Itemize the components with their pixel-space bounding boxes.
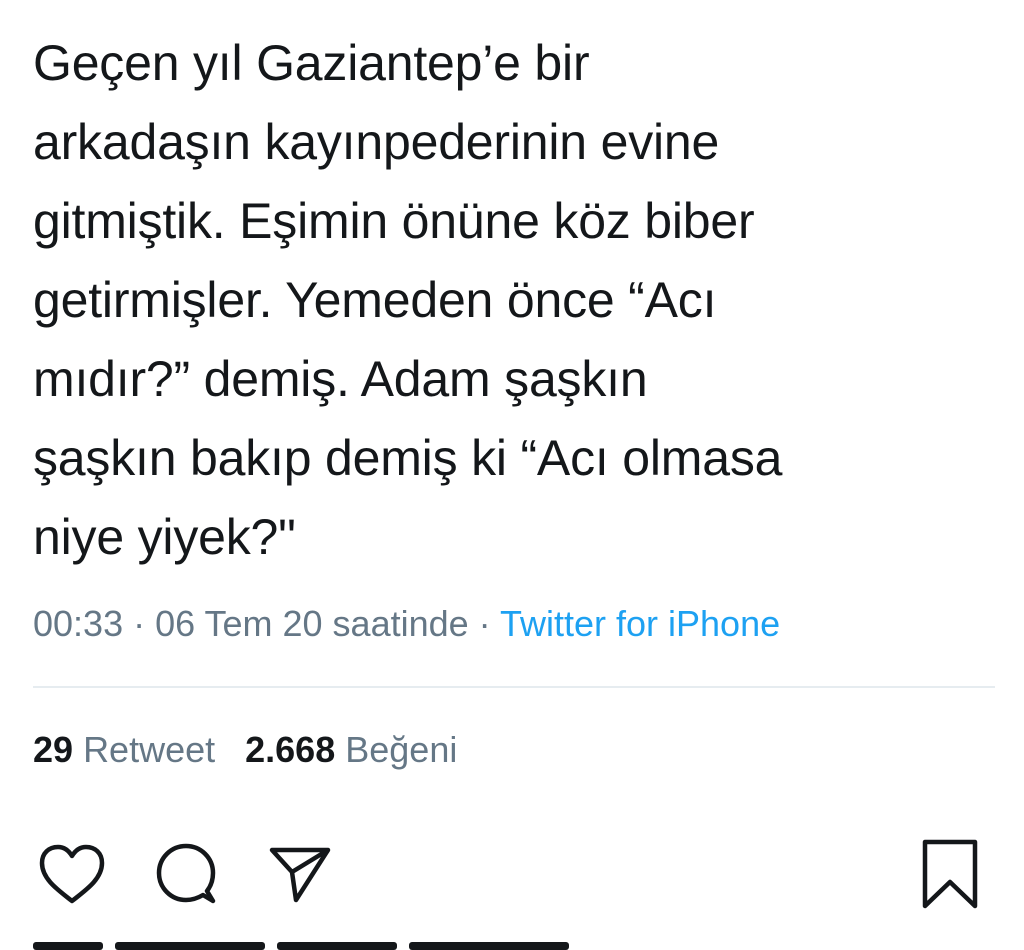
reply-button[interactable] xyxy=(150,838,222,910)
tweet-line: şaşkın bakıp demiş ki “Acı olmasa xyxy=(33,430,783,486)
bookmark-button[interactable] xyxy=(914,838,986,910)
tweet-source-link[interactable]: Twitter for iPhone xyxy=(500,603,780,644)
tweet-time: 00:33 xyxy=(33,603,124,644)
meta-separator: · xyxy=(468,603,500,644)
heart-icon xyxy=(39,844,105,904)
like-count: 2.668 xyxy=(245,729,336,770)
tweet-line: gitmiştik. Eşimin önüne köz biber xyxy=(33,193,755,249)
comment-icon xyxy=(156,843,216,904)
tweet-line: niye yiyek?" xyxy=(33,509,296,565)
tweet-body: Geçen yıl Gaziantep’e bir arkadaşın kayı… xyxy=(33,24,993,577)
meta-separator: · xyxy=(123,603,156,644)
tweet-detail-view: Geçen yıl Gaziantep’e bir arkadaşın kayı… xyxy=(0,0,1024,950)
clipped-next-row xyxy=(33,936,633,950)
like-label: Beğeni xyxy=(345,729,458,770)
tweet-line: mıdır?” demiş. Adam şaşkın xyxy=(33,351,648,407)
retweet-stat[interactable]: 29 Retweet xyxy=(33,729,215,770)
like-button[interactable] xyxy=(36,838,108,910)
divider xyxy=(33,686,995,688)
bookmark-icon xyxy=(922,839,978,909)
retweet-label: Retweet xyxy=(83,729,216,770)
like-stat[interactable]: 2.668 Beğeni xyxy=(245,729,457,770)
tweet-stats: 29 Retweet 2.668 Beğeni xyxy=(33,726,457,774)
share-button[interactable] xyxy=(264,838,336,910)
tweet-date[interactable]: 06 Tem 20 saatinde xyxy=(155,603,469,644)
tweet-line: arkadaşın kayınpederinin evine xyxy=(33,114,720,170)
tweet-line: Geçen yıl Gaziantep’e bir xyxy=(33,35,590,91)
retweet-count: 29 xyxy=(33,729,74,770)
tweet-line: getirmişler. Yemeden önce “Acı xyxy=(33,272,717,328)
send-icon xyxy=(269,847,331,903)
tweet-metadata: 00:33 · 06 Tem 20 saatinde · Twitter for… xyxy=(33,600,780,648)
